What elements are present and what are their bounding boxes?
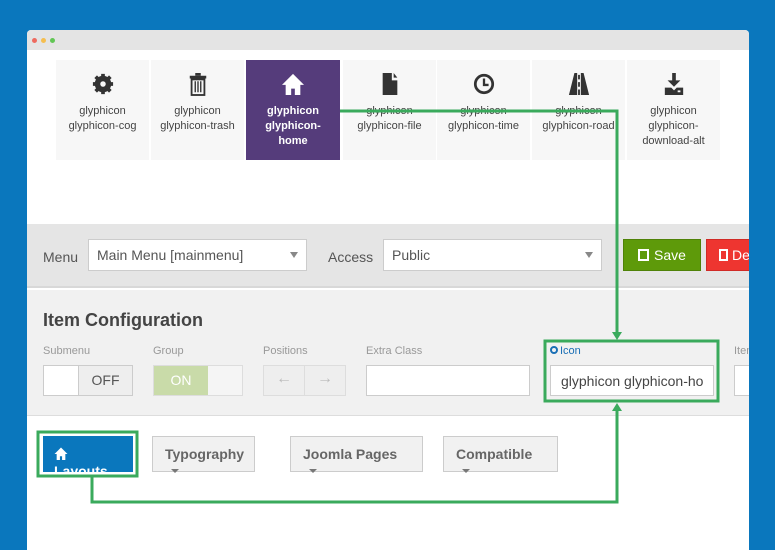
arrow-down-icon [612, 332, 622, 340]
annotation-line-top [340, 109, 619, 334]
arrow-up-icon [612, 403, 622, 411]
annotation-box-icon [543, 339, 720, 403]
annotation-overlay [36, 109, 720, 504]
annotation-line-bottom [90, 410, 619, 504]
annotation-box-layouts [36, 430, 139, 478]
